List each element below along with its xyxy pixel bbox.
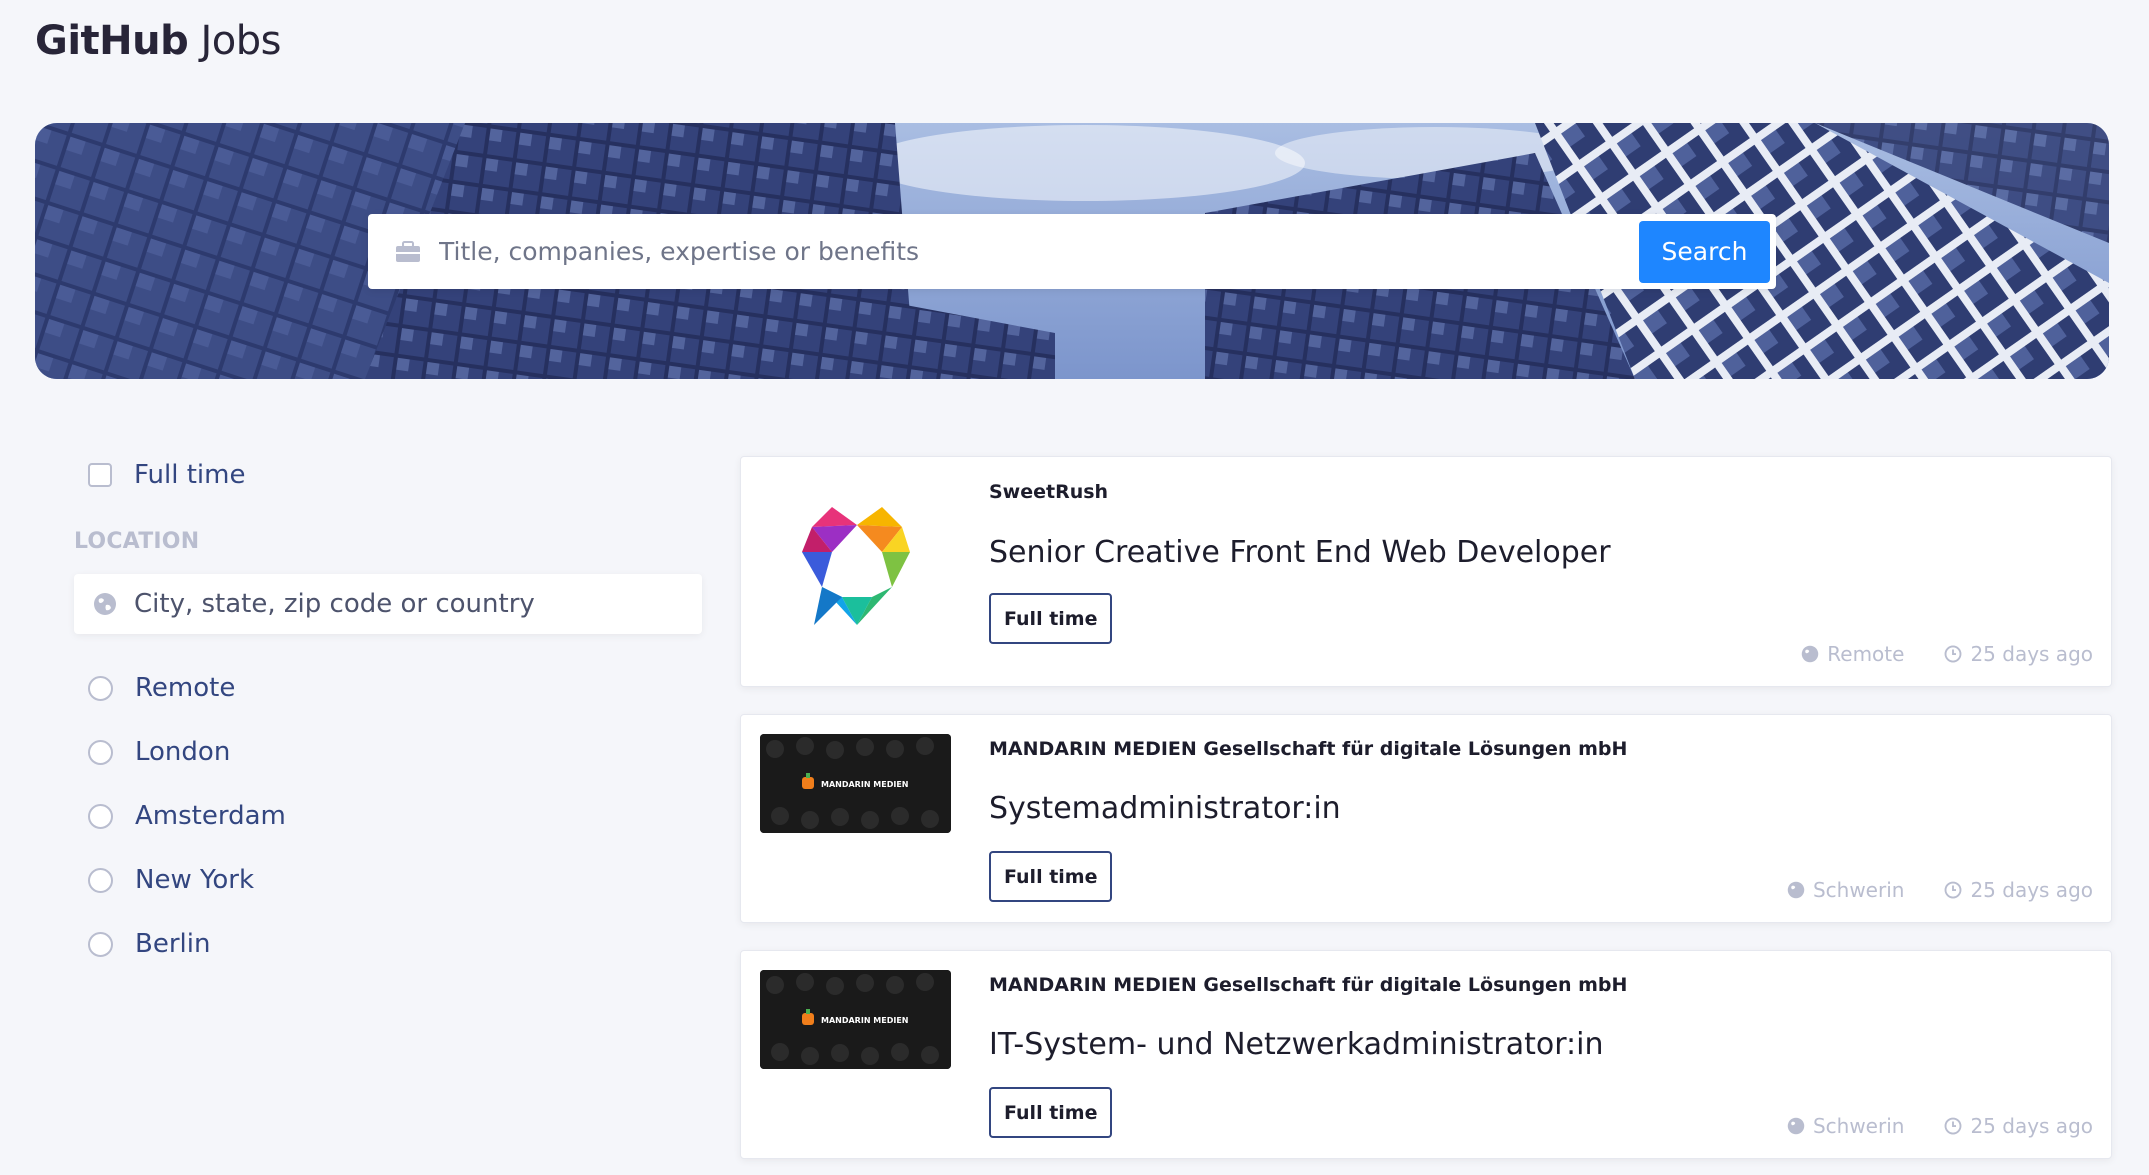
location-heading: LOCATION <box>74 529 200 554</box>
company-name: MANDARIN MEDIEN Gesellschaft für digital… <box>989 974 1628 996</box>
job-location-text: Remote <box>1827 642 1905 666</box>
job-list: SweetRush Senior Creative Front End Web … <box>740 456 2112 1175</box>
search-input[interactable] <box>439 214 1639 289</box>
globe-icon <box>1787 1117 1805 1135</box>
job-title[interactable]: Systemadministrator:in <box>989 791 1341 826</box>
filter-sidebar: Full time LOCATION Remote London <box>74 455 702 976</box>
full-time-filter[interactable]: Full time <box>74 455 702 495</box>
company-logo <box>760 487 951 647</box>
radio-button[interactable] <box>88 867 113 893</box>
globe-icon <box>92 591 118 617</box>
clock-icon <box>1945 645 1962 663</box>
location-option-label: Amsterdam <box>135 801 286 831</box>
brand-light: Jobs <box>200 18 281 64</box>
job-posted-text: 25 days ago <box>1970 878 2093 902</box>
job-title[interactable]: Senior Creative Front End Web Developer <box>989 535 1611 570</box>
location-option-london[interactable]: London <box>74 720 702 784</box>
location-option-label: London <box>135 737 231 767</box>
clock-icon <box>1945 1117 1962 1135</box>
company-logo: MANDARIN MEDIEN <box>760 734 951 833</box>
job-posted-text: 25 days ago <box>1970 642 2093 666</box>
location-option-label: Remote <box>135 673 236 703</box>
radio-button[interactable] <box>88 675 113 701</box>
mandarin-logo-icon: MANDARIN MEDIEN <box>760 734 951 833</box>
job-card[interactable]: MANDARIN MEDIEN MANDARIN MEDIEN Gesellsc… <box>740 714 2112 923</box>
search-button[interactable]: Search <box>1639 220 1770 283</box>
location-option-label: Berlin <box>135 929 211 959</box>
location-options: Remote London Amsterdam New York Berlin <box>74 656 702 976</box>
mandarin-logo-icon: MANDARIN MEDIEN <box>760 970 951 1069</box>
globe-icon <box>1802 645 1819 663</box>
location-option-label: New York <box>135 865 255 895</box>
company-name: MANDARIN MEDIEN Gesellschaft für digital… <box>989 738 1628 760</box>
job-posted: 25 days ago <box>1944 642 2093 666</box>
brand-bold: GitHub <box>35 18 189 64</box>
page: GitHub Jobs Title, companies, expertise … <box>0 0 2149 1175</box>
job-meta: Remote 25 days ago <box>1801 642 2093 666</box>
job-card[interactable]: MANDARIN MEDIEN MANDARIN MEDIEN Gesellsc… <box>740 950 2112 1159</box>
clock-icon <box>1945 881 1962 899</box>
radio-button[interactable] <box>88 931 113 957</box>
location-option-remote[interactable]: Remote <box>74 656 702 720</box>
job-meta: Schwerin 25 days ago <box>1787 878 2093 902</box>
job-location: Schwerin <box>1787 1114 1904 1138</box>
job-type-badge[interactable]: Full time <box>989 593 1113 644</box>
app-title: GitHub Jobs <box>35 18 281 64</box>
search-bar: Search <box>368 214 1776 289</box>
company-logo: MANDARIN MEDIEN <box>760 970 951 1069</box>
full-time-label: Full time <box>134 460 246 490</box>
radio-button[interactable] <box>88 803 113 829</box>
location-option-berlin[interactable]: Berlin <box>74 912 702 976</box>
briefcase-icon <box>393 237 423 267</box>
job-location: Remote <box>1801 642 1904 666</box>
full-time-checkbox[interactable] <box>88 463 112 487</box>
job-location-text: Schwerin <box>1812 878 1905 902</box>
job-type-badge[interactable]: Full time <box>989 851 1113 902</box>
company-name: SweetRush <box>989 481 1109 503</box>
location-field <box>74 574 702 634</box>
job-meta: Schwerin 25 days ago <box>1787 1114 2093 1138</box>
globe-icon <box>1787 881 1805 899</box>
logo-text: MANDARIN MEDIEN <box>821 780 909 789</box>
job-card[interactable]: SweetRush Senior Creative Front End Web … <box>740 456 2112 687</box>
radio-button[interactable] <box>88 739 113 765</box>
heart-logo-icon <box>802 507 910 625</box>
job-posted: 25 days ago <box>1944 878 2093 902</box>
location-input[interactable] <box>134 574 702 634</box>
job-location-text: Schwerin <box>1812 1114 1905 1138</box>
location-option-amsterdam[interactable]: Amsterdam <box>74 784 702 848</box>
job-posted: 25 days ago <box>1944 1114 2093 1138</box>
location-option-new-york[interactable]: New York <box>74 848 702 912</box>
job-location: Schwerin <box>1787 878 1904 902</box>
job-posted-text: 25 days ago <box>1970 1114 2093 1138</box>
job-type-badge[interactable]: Full time <box>989 1087 1113 1138</box>
job-title[interactable]: IT-System- und Netzwerkadministrator:in <box>989 1027 1604 1062</box>
logo-text: MANDARIN MEDIEN <box>821 1016 909 1025</box>
